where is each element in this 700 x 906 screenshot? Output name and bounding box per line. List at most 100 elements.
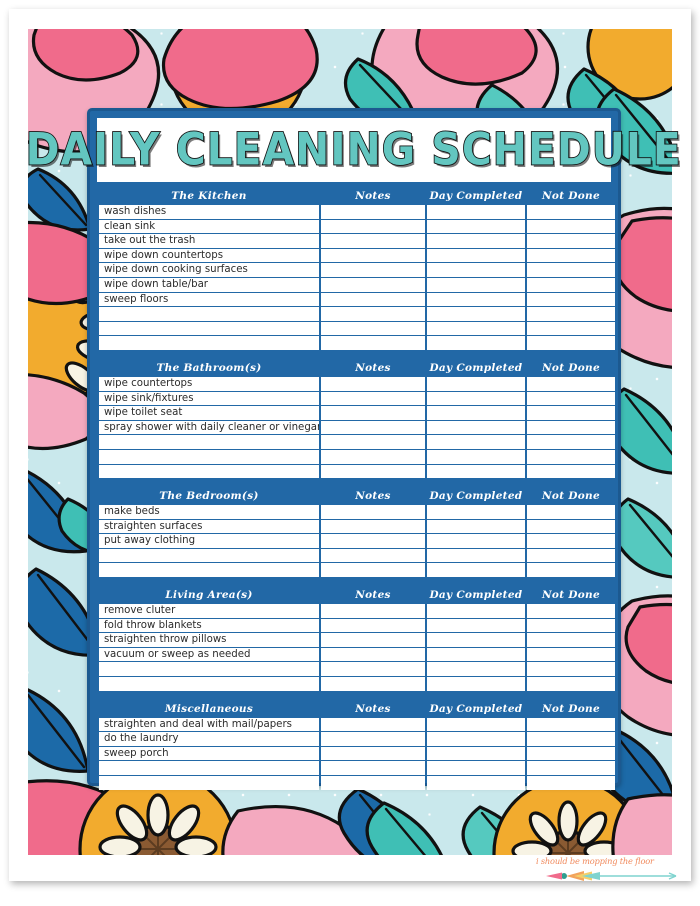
day-completed-cell[interactable]: [427, 505, 525, 519]
day-completed-cell[interactable]: [427, 662, 525, 677]
task-label[interactable]: straighten throw pillows: [99, 633, 319, 647]
task-label[interactable]: wash dishes: [99, 205, 319, 219]
day-completed-cell[interactable]: [427, 776, 525, 790]
day-completed-cell[interactable]: [427, 519, 525, 534]
day-completed-cell[interactable]: [427, 604, 525, 618]
notes-cell[interactable]: [321, 449, 425, 464]
not-done-cell[interactable]: [527, 277, 615, 292]
day-completed-cell[interactable]: [427, 292, 525, 307]
notes-cell[interactable]: [321, 277, 425, 292]
not-done-cell[interactable]: [527, 776, 615, 790]
task-blank-cell[interactable]: [99, 662, 319, 677]
not-done-cell[interactable]: [527, 449, 615, 464]
task-label[interactable]: remove cluter: [99, 604, 319, 618]
task-label[interactable]: wipe down countertops: [99, 248, 319, 263]
task-blank-cell[interactable]: [99, 307, 319, 321]
notes-cell[interactable]: [321, 464, 425, 479]
day-completed-cell[interactable]: [427, 435, 525, 449]
task-blank-cell[interactable]: [99, 776, 319, 790]
day-completed-cell[interactable]: [427, 618, 525, 633]
day-completed-cell[interactable]: [427, 263, 525, 277]
day-completed-cell[interactable]: [427, 420, 525, 435]
notes-cell[interactable]: [321, 391, 425, 406]
notes-cell[interactable]: [321, 647, 425, 662]
not-done-cell[interactable]: [527, 321, 615, 336]
notes-cell[interactable]: [321, 761, 425, 775]
day-completed-cell[interactable]: [427, 248, 525, 263]
notes-cell[interactable]: [321, 732, 425, 746]
day-completed-cell[interactable]: [427, 219, 525, 234]
notes-cell[interactable]: [321, 263, 425, 277]
task-label[interactable]: make beds: [99, 505, 319, 519]
notes-cell[interactable]: [321, 519, 425, 534]
day-completed-cell[interactable]: [427, 336, 525, 350]
day-completed-cell[interactable]: [427, 732, 525, 746]
task-label[interactable]: sweep porch: [99, 746, 319, 761]
notes-cell[interactable]: [321, 505, 425, 519]
day-completed-cell[interactable]: [427, 677, 525, 691]
not-done-cell[interactable]: [527, 633, 615, 647]
not-done-cell[interactable]: [527, 761, 615, 775]
notes-cell[interactable]: [321, 205, 425, 219]
day-completed-cell[interactable]: [427, 321, 525, 336]
day-completed-cell[interactable]: [427, 717, 525, 732]
not-done-cell[interactable]: [527, 307, 615, 321]
not-done-cell[interactable]: [527, 292, 615, 307]
task-label[interactable]: straighten and deal with mail/papers: [99, 717, 319, 732]
task-label[interactable]: vacuum or sweep as needed: [99, 647, 319, 662]
not-done-cell[interactable]: [527, 662, 615, 677]
task-label[interactable]: wipe down table/bar: [99, 277, 319, 292]
notes-cell[interactable]: [321, 292, 425, 307]
day-completed-cell[interactable]: [427, 534, 525, 548]
not-done-cell[interactable]: [527, 534, 615, 548]
notes-cell[interactable]: [321, 662, 425, 677]
not-done-cell[interactable]: [527, 677, 615, 691]
notes-cell[interactable]: [321, 604, 425, 618]
notes-cell[interactable]: [321, 307, 425, 321]
not-done-cell[interactable]: [527, 248, 615, 263]
task-blank-cell[interactable]: [99, 435, 319, 449]
not-done-cell[interactable]: [527, 519, 615, 534]
day-completed-cell[interactable]: [427, 277, 525, 292]
task-blank-cell[interactable]: [99, 449, 319, 464]
notes-cell[interactable]: [321, 776, 425, 790]
day-completed-cell[interactable]: [427, 464, 525, 479]
task-blank-cell[interactable]: [99, 563, 319, 578]
notes-cell[interactable]: [321, 420, 425, 435]
not-done-cell[interactable]: [527, 336, 615, 350]
notes-cell[interactable]: [321, 435, 425, 449]
not-done-cell[interactable]: [527, 618, 615, 633]
task-label[interactable]: wipe countertops: [99, 376, 319, 391]
day-completed-cell[interactable]: [427, 391, 525, 406]
day-completed-cell[interactable]: [427, 633, 525, 647]
task-label[interactable]: clean sink: [99, 219, 319, 234]
notes-cell[interactable]: [321, 618, 425, 633]
notes-cell[interactable]: [321, 234, 425, 248]
task-blank-cell[interactable]: [99, 321, 319, 336]
not-done-cell[interactable]: [527, 406, 615, 420]
not-done-cell[interactable]: [527, 464, 615, 479]
notes-cell[interactable]: [321, 534, 425, 548]
day-completed-cell[interactable]: [427, 761, 525, 775]
day-completed-cell[interactable]: [427, 647, 525, 662]
day-completed-cell[interactable]: [427, 548, 525, 563]
task-label[interactable]: do the laundry: [99, 732, 319, 746]
not-done-cell[interactable]: [527, 435, 615, 449]
not-done-cell[interactable]: [527, 205, 615, 219]
notes-cell[interactable]: [321, 677, 425, 691]
day-completed-cell[interactable]: [427, 234, 525, 248]
not-done-cell[interactable]: [527, 647, 615, 662]
task-label[interactable]: wipe sink/fixtures: [99, 391, 319, 406]
day-completed-cell[interactable]: [427, 563, 525, 578]
task-label[interactable]: wipe toilet seat: [99, 406, 319, 420]
task-blank-cell[interactable]: [99, 677, 319, 691]
task-label[interactable]: sweep floors: [99, 292, 319, 307]
not-done-cell[interactable]: [527, 732, 615, 746]
day-completed-cell[interactable]: [427, 205, 525, 219]
task-label[interactable]: spray shower with daily cleaner or vineg…: [99, 420, 319, 435]
notes-cell[interactable]: [321, 548, 425, 563]
notes-cell[interactable]: [321, 563, 425, 578]
not-done-cell[interactable]: [527, 548, 615, 563]
notes-cell[interactable]: [321, 219, 425, 234]
not-done-cell[interactable]: [527, 234, 615, 248]
